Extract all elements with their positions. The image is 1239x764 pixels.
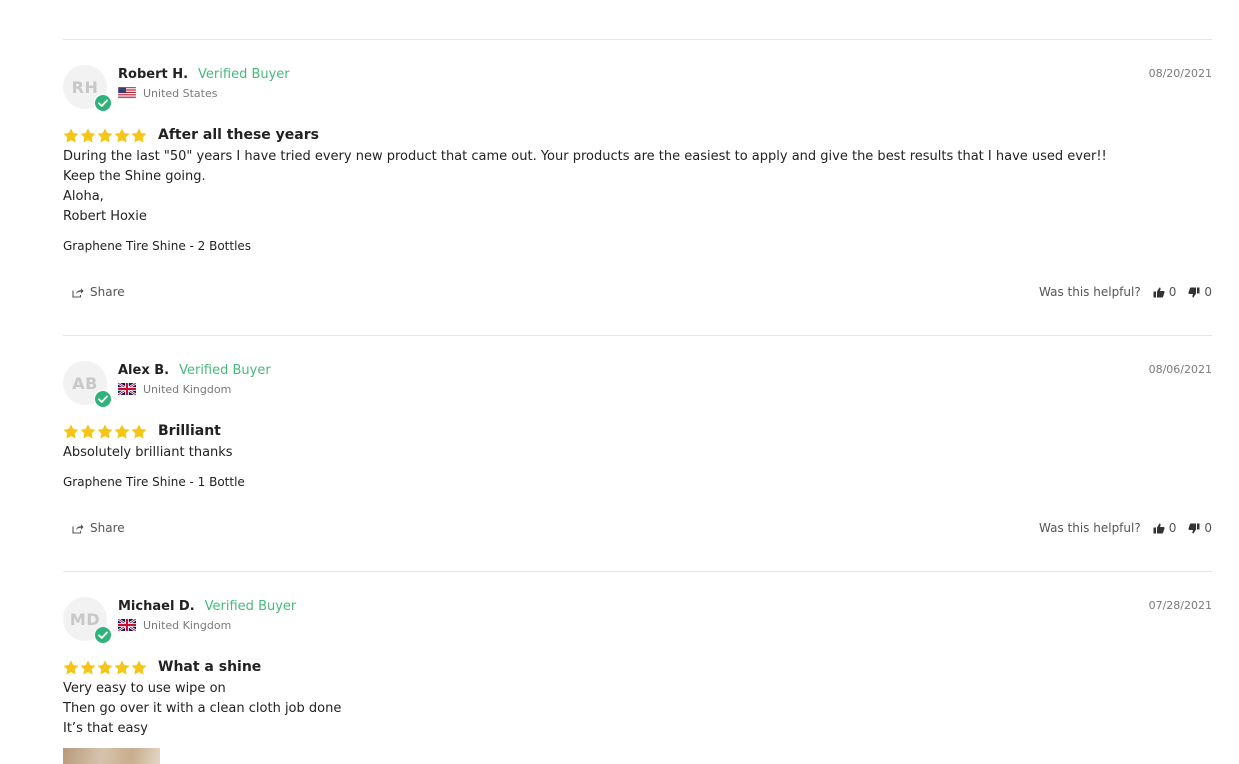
review-photo-thumbnail[interactable] [63,748,160,764]
review-body-line: Keep the Shine going. [63,169,206,184]
review-body-line: Aloha, [63,189,104,204]
share-icon [72,287,84,298]
helpful-votes: Was this helpful? 0 0 [1039,521,1212,535]
review-item: AB Alex B. Verified Buyer United Kingdom… [63,361,1212,546]
star-rating [63,659,148,675]
helpful-votes: Was this helpful? 0 0 [1039,285,1212,299]
share-label: Share [90,285,125,299]
helpful-label: Was this helpful? [1039,521,1141,535]
reviewer-name: Alex B. [118,362,170,378]
uk-flag-icon [118,619,136,631]
review-body: Absolutely brilliant thanks [63,443,1212,463]
star-icon [114,423,130,439]
reviewer-header: Alex B. Verified Buyer [118,361,271,379]
verified-buyer-label: Verified Buyer [198,66,290,82]
review-divider [63,335,1212,336]
review-date: 08/06/2021 [1148,363,1212,376]
thumbs-up-icon [1153,287,1165,297]
share-button[interactable]: Share [72,285,125,299]
country-name: United Kingdom [143,618,232,632]
review-item: RH Robert H. Verified Buyer United State… [63,65,1212,310]
star-icon [97,127,113,143]
share-label: Share [90,521,125,535]
review-body-line: Robert Hoxie [63,209,147,224]
reviewer-header: Michael D. Verified Buyer [118,597,296,615]
verified-badge-icon [94,390,112,408]
review-divider [63,571,1212,572]
review-body-line: It’s that easy [63,721,148,736]
country-name: United States [143,86,218,100]
thumbs-up-count: 0 [1168,521,1177,535]
reviewer-name: Michael D. [118,598,195,614]
review-body-line: During the last "50" years I have tried … [63,149,1107,164]
star-icon [63,423,79,439]
star-icon [63,659,79,675]
verified-badge-icon [94,94,112,112]
thumbs-up-icon [1153,523,1165,533]
thumbs-down-icon [1188,287,1200,297]
share-button[interactable]: Share [72,521,125,535]
thumbs-down-icon [1188,523,1200,533]
reviewer-name: Robert H. [118,66,189,82]
star-icon [97,423,113,439]
star-rating [63,127,148,143]
star-icon [131,659,147,675]
review-body-line: Absolutely brilliant thanks [63,445,233,460]
thumbs-up-button[interactable]: 0 [1153,521,1177,535]
review-date: 07/28/2021 [1148,599,1212,612]
review-title: Brilliant [158,423,221,439]
thumbs-up-button[interactable]: 0 [1153,285,1177,299]
purchased-product: Graphene Tire Shine - 1 Bottle [63,475,245,489]
review-body-line: Then go over it with a clean cloth job d… [63,701,342,716]
star-icon [131,423,147,439]
review-item: MD Michael D. Verified Buyer United King… [63,597,1212,764]
verified-buyer-label: Verified Buyer [204,598,297,614]
share-icon [72,523,84,534]
country-name: United Kingdom [143,382,232,396]
review-title-row: After all these years [63,126,319,144]
uk-flag-icon [118,383,136,395]
review-title: After all these years [158,127,319,143]
reviewer-country: United Kingdom [118,382,231,396]
review-divider [63,39,1212,40]
review-body-line: Very easy to use wipe on [63,681,226,696]
review-title: What a shine [158,659,262,675]
star-icon [131,127,147,143]
thumbs-down-button[interactable]: 0 [1188,521,1212,535]
thumbs-up-count: 0 [1168,285,1177,299]
review-body: During the last "50" years I have tried … [63,147,1212,227]
reviewer-country: United States [118,86,218,100]
helpful-label: Was this helpful? [1039,285,1141,299]
us-flag-icon [118,87,136,99]
review-date: 08/20/2021 [1148,67,1212,80]
star-rating [63,423,148,439]
review-title-row: What a shine [63,658,261,676]
thumbs-down-button[interactable]: 0 [1188,285,1212,299]
thumbs-down-count: 0 [1204,521,1212,535]
star-icon [114,127,130,143]
reviews-list: RH Robert H. Verified Buyer United State… [0,0,1239,764]
star-icon [80,127,96,143]
review-title-row: Brilliant [63,422,221,440]
thumbs-down-count: 0 [1204,285,1212,299]
reviewer-header: Robert H. Verified Buyer [118,65,290,83]
purchased-product: Graphene Tire Shine - 2 Bottles [63,239,252,253]
star-icon [97,659,113,675]
star-icon [114,659,130,675]
review-body: Very easy to use wipe on Then go over it… [63,679,1212,739]
verified-badge-icon [94,626,112,644]
star-icon [80,423,96,439]
star-icon [80,659,96,675]
reviewer-country: United Kingdom [118,618,231,632]
verified-buyer-label: Verified Buyer [179,362,271,378]
star-icon [63,127,79,143]
